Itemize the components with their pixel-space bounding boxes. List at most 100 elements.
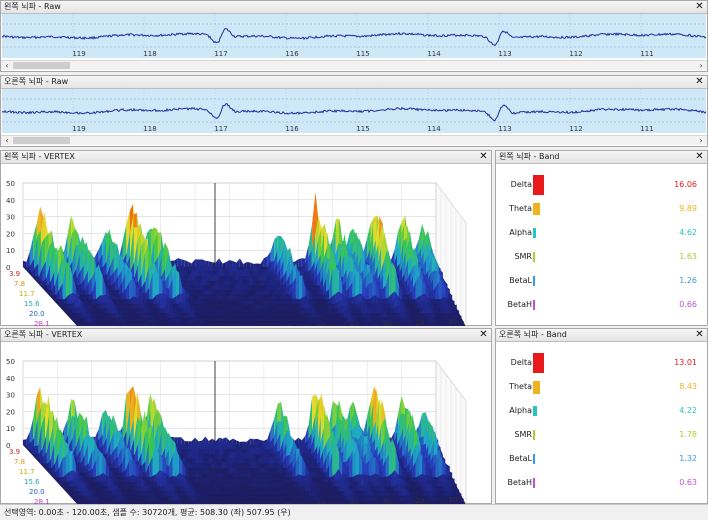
status-bar: 선택영역: 0.00초 - 120.00초, 샘플 수: 30720개, 평균:…: [0, 504, 708, 520]
close-icon[interactable]: ✕: [694, 1, 705, 13]
raw-tick-label: 114: [427, 125, 441, 133]
band-row-theta: Theta 9.89: [496, 197, 707, 219]
time-tick-label: 10: [449, 496, 458, 504]
scroll-right-icon[interactable]: ›: [696, 61, 706, 70]
band-row-betal: BetaL 1.32: [496, 447, 707, 469]
raw-right-panel: 오른쪽 뇌파 - Raw ✕ 119 118 117 116 115 114 113 112 1…: [0, 75, 708, 147]
band-value: 9.89: [679, 204, 697, 213]
status-text: 선택영역: 0.00초 - 120.00초, 샘플 수: 30720개, 평균:…: [4, 508, 291, 517]
z-tick-label: 10: [6, 425, 15, 433]
z-tick-label: 30: [6, 214, 15, 222]
raw-tick-label: 118: [143, 50, 156, 58]
band-row-theta: Theta 8.43: [496, 375, 707, 397]
band-bar: [533, 276, 535, 286]
raw-tick-label: 115: [356, 50, 369, 58]
band-name: BetaH: [507, 300, 532, 309]
band-left-panel: 왼쪽 뇌파 - Band ✕ Delta 16.06 Theta 9.89 Alpha 4…: [495, 150, 708, 326]
raw-left-titlebar: 왼쪽 뇌파 - Raw ✕: [1, 1, 707, 14]
scroll-left-icon[interactable]: ‹: [2, 136, 12, 145]
raw-tick-label: 119: [72, 125, 85, 133]
time-tick-label: 20: [416, 497, 425, 504]
band-bar: [533, 478, 535, 488]
raw-tick-label: 111: [640, 125, 653, 133]
raw-tick-label: 119: [72, 50, 85, 58]
band-row-betah: BetaH 0.66: [496, 293, 707, 315]
close-icon[interactable]: ✕: [478, 329, 489, 341]
scroll-thumb[interactable]: [13, 62, 70, 69]
time-tick-label: 30: [383, 320, 392, 326]
band-bar: [533, 175, 544, 195]
band-row-alpha: Alpha 4.62: [496, 221, 707, 243]
raw-tick-label: 111: [640, 50, 653, 58]
band-left-title: 왼쪽 뇌파 - Band: [499, 152, 560, 161]
raw-tick-label: 117: [214, 50, 227, 58]
raw-left-scrollbar[interactable]: ‹ ›: [1, 60, 707, 70]
band-name: Alpha: [509, 228, 532, 237]
z-tick-label: 40: [6, 197, 15, 205]
raw-right-scrollbar[interactable]: ‹ ›: [1, 135, 707, 145]
freq-label: 15.6: [24, 478, 40, 486]
band-value: 1.26: [679, 276, 697, 285]
z-tick-label: 20: [6, 408, 15, 416]
band-bar: [533, 252, 535, 262]
band-value: 13.01: [674, 358, 697, 367]
band-bar: [533, 406, 537, 416]
raw-tick-label: 117: [214, 125, 227, 133]
raw-left-svg: 119 118 117 116 115 114 113 112 111: [2, 14, 706, 58]
scroll-left-icon[interactable]: ‹: [2, 61, 12, 70]
raw-tick-label: 113: [498, 50, 511, 58]
raw-left-plot: 119 118 117 116 115 114 113 112 111: [2, 14, 706, 58]
time-tick-label: 10: [449, 318, 458, 326]
close-icon[interactable]: ✕: [694, 151, 705, 163]
band-value: 4.22: [679, 406, 697, 415]
band-name: Delta: [510, 358, 532, 367]
band-name: Delta: [510, 180, 532, 189]
z-tick-label: 30: [6, 392, 15, 400]
time-tick-label: 20: [416, 319, 425, 326]
time-tick-label: 60: [284, 324, 293, 326]
raw-right-titlebar: 오른쪽 뇌파 - Raw ✕: [1, 76, 707, 89]
freq-label: 7.8: [14, 280, 25, 288]
band-right-title: 오른쪽 뇌파 - Band: [499, 330, 567, 339]
band-row-delta: Delta 16.06: [496, 173, 707, 195]
freq-label: 20.0: [29, 488, 45, 496]
z-tick-label: 10: [6, 247, 15, 255]
raw-right-plot: 119 118 117 116 115 114 113 112 111: [2, 89, 706, 133]
scroll-thumb[interactable]: [13, 137, 70, 144]
raw-tick-label: 116: [285, 125, 299, 133]
vertex-right-titlebar: 오른쪽 뇌파 - VERTEX ✕: [1, 329, 491, 342]
freq-label: 20.0: [29, 310, 45, 318]
vertex-right-3d-plot: 504030201003.97.811.715.620.028.11101009…: [6, 358, 467, 504]
band-bar: [533, 454, 535, 464]
close-icon[interactable]: ✕: [478, 151, 489, 163]
time-tick-label: 40: [350, 322, 359, 326]
vertex-left-titlebar: 왼쪽 뇌파 - VERTEX ✕: [1, 151, 491, 164]
band-row-betah: BetaH 0.63: [496, 471, 707, 493]
freq-label: 15.6: [24, 300, 40, 308]
band-value: 4.62: [679, 228, 697, 237]
vertex-right-panel: 오른쪽 뇌파 - VERTEX ✕ 50 40 30 20 10 0 3.9 7.8 11.7 1…: [0, 328, 492, 504]
band-value: 1.78: [679, 430, 697, 439]
scroll-right-icon[interactable]: ›: [696, 136, 706, 145]
band-bar: [533, 228, 536, 238]
close-icon[interactable]: ✕: [694, 76, 705, 88]
raw-tick-label: 118: [143, 125, 156, 133]
vertex-left-3d-plot: 504030201003.97.811.715.620.028.11101009…: [6, 180, 467, 326]
band-name: Alpha: [509, 406, 532, 415]
vertex-left-title: 왼쪽 뇌파 - VERTEX: [4, 152, 75, 161]
z-tick-label: 40: [6, 375, 15, 383]
z-tick-label: 20: [6, 230, 15, 238]
band-value: 1.32: [679, 454, 697, 463]
vertex-right-title: 오른쪽 뇌파 - VERTEX: [4, 330, 83, 339]
band-right-panel: 오른쪽 뇌파 - Band ✕ Delta 13.01 Theta 8.43 Alpha…: [495, 328, 708, 504]
freq-label: 11.7: [19, 290, 35, 298]
band-bar: [533, 203, 540, 215]
band-name: BetaL: [509, 276, 532, 285]
freq-label: 7.8: [14, 458, 25, 466]
freq-label: 3.9: [9, 270, 20, 278]
freq-label: 3.9: [9, 448, 20, 456]
band-value: 0.66: [679, 300, 697, 309]
band-name: Theta: [509, 204, 532, 213]
close-icon[interactable]: ✕: [694, 329, 705, 341]
band-name: BetaH: [507, 478, 532, 487]
